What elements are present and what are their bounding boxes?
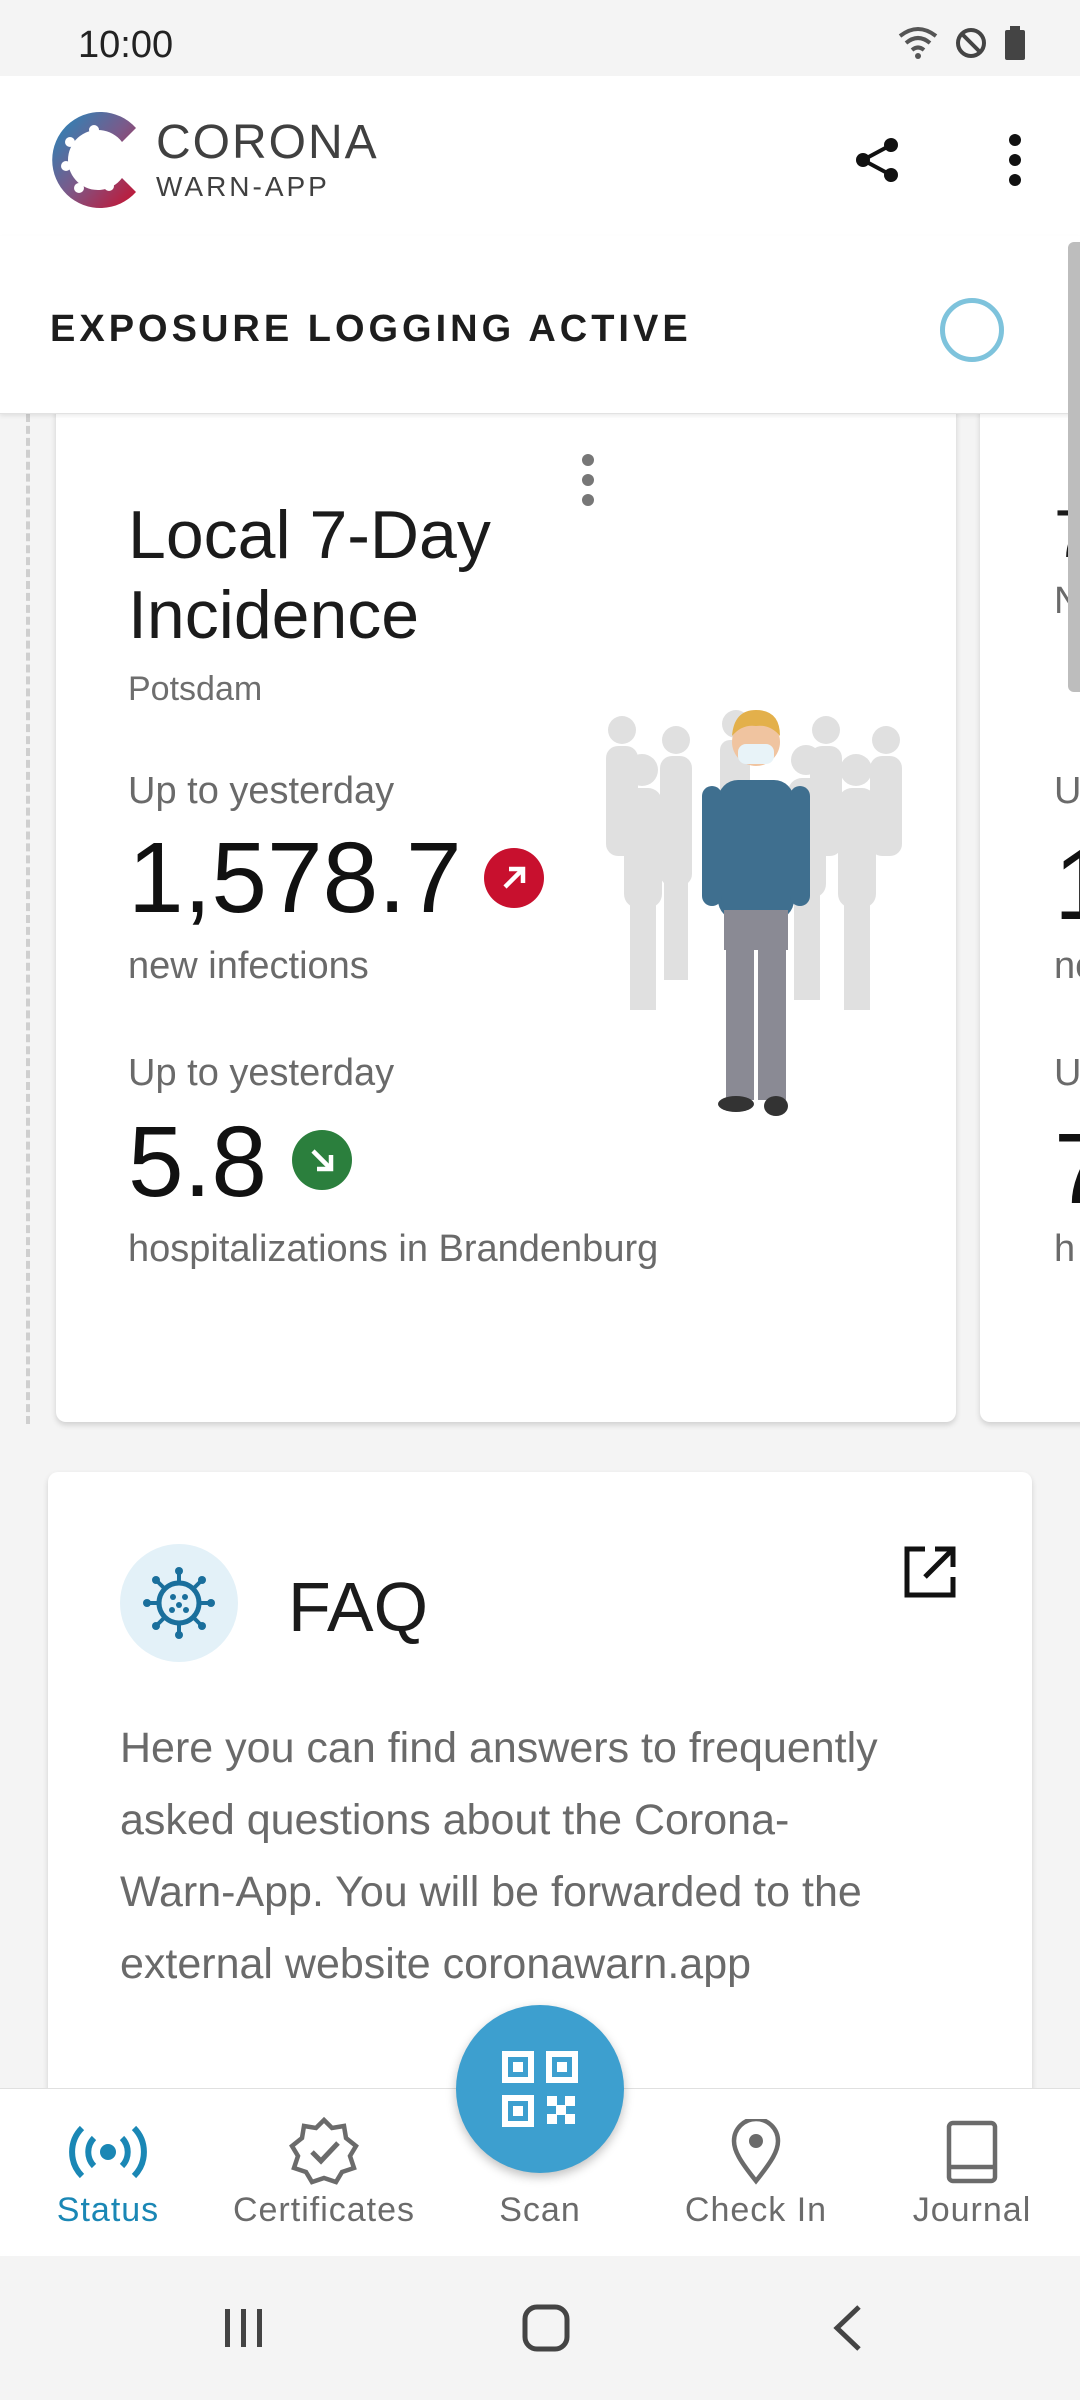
back-button[interactable] <box>808 2296 888 2360</box>
nav-item-status[interactable]: Status <box>0 2089 216 2257</box>
scroll-indicator <box>1068 242 1080 692</box>
status-time: 10:00 <box>78 24 174 66</box>
logo-subtitle: WARN-APP <box>156 171 330 202</box>
nav-label-check-in: Check In <box>684 2191 828 2229</box>
incidence-location: Potsdam <box>128 670 263 708</box>
nav-item-certificates[interactable]: Certificates <box>216 2089 432 2257</box>
nav-label-status: Status <box>56 2191 160 2229</box>
trend-up-icon <box>484 848 544 908</box>
open-in-new-icon <box>904 1546 956 1598</box>
next-card-caption-1: ne <box>1054 945 1080 987</box>
masked-person-illustration <box>606 710 902 1116</box>
next-card-label-1: U <box>1054 770 1080 812</box>
system-icons <box>898 26 1026 60</box>
more-vertical-icon <box>1009 134 1021 186</box>
app-logo-icon <box>52 112 136 208</box>
nav-item-check-in[interactable]: Check In <box>648 2089 864 2257</box>
faq-title: FAQ <box>288 1568 429 1646</box>
exposure-status-ring-icon <box>940 298 1004 362</box>
incidence-card[interactable]: Local 7-Day Incidence Potsdam Up to yest… <box>56 400 956 1422</box>
next-statistics-card[interactable]: 7 N U 1 ne U 7 h <box>980 400 1080 1422</box>
home-icon <box>522 2304 570 2352</box>
previous-card-placeholder <box>0 414 30 1424</box>
location-pin-icon <box>731 2119 781 2185</box>
share-icon <box>856 138 898 182</box>
do-not-disturb-icon <box>956 28 986 58</box>
faq-icon-badge <box>120 1544 238 1662</box>
infections-period: Up to yesterday <box>128 770 395 812</box>
virus-icon <box>143 1567 215 1639</box>
faq-description: Here you can find answers to frequently … <box>120 1724 878 1988</box>
open-external-button[interactable] <box>900 1542 960 1602</box>
next-card-label-2: U <box>1054 1052 1080 1094</box>
system-navigation-bar <box>0 2256 1080 2400</box>
app-header: CORONA WARN-APP <box>0 76 1080 236</box>
broadcast-icon <box>69 2125 147 2179</box>
logo-title: CORONA <box>156 116 379 169</box>
nav-label-scan: Scan <box>499 2191 581 2229</box>
hospitalizations-period: Up to yesterday <box>128 1052 395 1094</box>
nav-label-certificates: Certificates <box>232 2191 416 2229</box>
next-card-value-1: 1 <box>1054 828 1080 943</box>
next-card-value-2: 7 <box>1054 1112 1080 1227</box>
certificate-icon <box>289 2116 359 2185</box>
infections-value: 1,578.7 <box>128 822 462 934</box>
hospitalizations-value: 5.8 <box>128 1106 268 1218</box>
back-icon <box>833 2305 861 2351</box>
corona-warn-app-logo: CORONA WARN-APP <box>46 106 379 214</box>
exposure-logging-label: EXPOSURE LOGGING ACTIVE <box>50 308 692 350</box>
recent-apps-button[interactable] <box>204 2296 284 2360</box>
infections-caption: new infections <box>128 945 369 987</box>
incidence-title: Local 7-Day Incidence <box>128 497 491 653</box>
next-card-caption-2: h <box>1054 1228 1076 1270</box>
book-icon <box>946 2120 998 2184</box>
overflow-menu-button[interactable] <box>990 128 1040 192</box>
status-bar: 10:00 <box>0 0 1080 76</box>
wifi-icon <box>898 27 938 59</box>
share-button[interactable] <box>850 132 906 188</box>
nav-label-journal: Journal <box>912 2191 1032 2229</box>
home-button[interactable] <box>506 2296 586 2360</box>
qr-code-icon <box>502 2051 578 2127</box>
scan-qr-button[interactable] <box>456 2005 624 2173</box>
recent-apps-icon <box>225 2309 262 2347</box>
nav-item-journal[interactable]: Journal <box>864 2089 1080 2257</box>
trend-down-icon <box>292 1130 352 1190</box>
exposure-logging-banner[interactable]: EXPOSURE LOGGING ACTIVE <box>0 236 1080 414</box>
hospitalizations-caption: hospitalizations in Brandenburg <box>128 1228 659 1270</box>
battery-icon <box>1005 26 1025 60</box>
